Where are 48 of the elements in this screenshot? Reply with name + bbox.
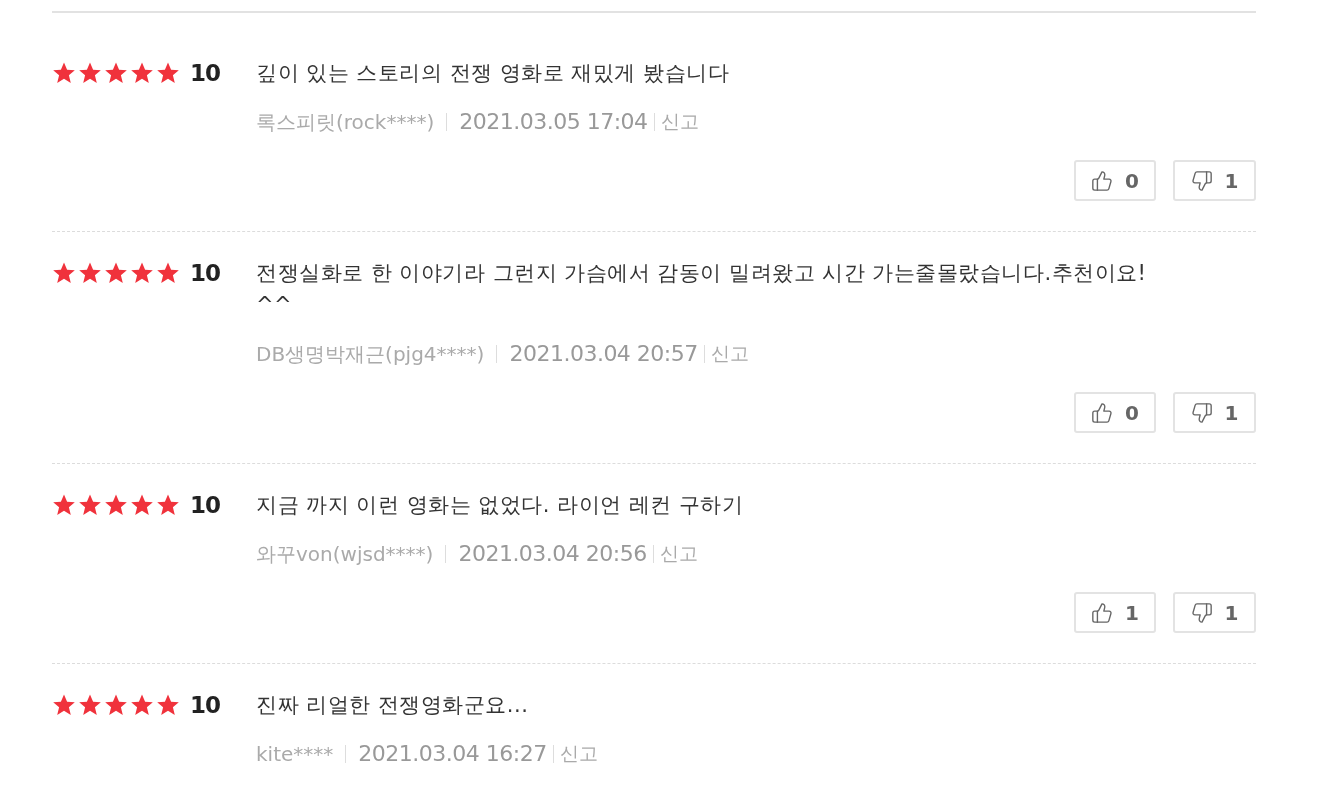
star-icon xyxy=(104,493,128,517)
star-icon xyxy=(78,261,102,285)
star-icon xyxy=(130,61,154,85)
star-icon xyxy=(156,693,180,717)
star-icon xyxy=(78,693,102,717)
rating-score: 10 xyxy=(190,690,220,720)
rating-score: 10 xyxy=(190,58,220,88)
dislike-button[interactable]: 1 xyxy=(1173,592,1256,633)
thumbs-up-icon xyxy=(1091,601,1114,624)
like-button[interactable]: 0 xyxy=(1074,160,1156,201)
like-button[interactable]: 0 xyxy=(1074,392,1156,433)
star-icon xyxy=(104,261,128,285)
star-icon xyxy=(130,261,154,285)
star-icon xyxy=(104,61,128,85)
thumbs-down-icon xyxy=(1190,601,1213,624)
star-icon xyxy=(156,493,180,517)
star-icon xyxy=(156,261,180,285)
star-icon xyxy=(52,493,76,517)
review-date: 2021.03.04 20:56 xyxy=(458,540,647,568)
author-name: DB생명박재근(pjg4****) xyxy=(256,340,485,368)
star-icon xyxy=(130,693,154,717)
rating-score: 10 xyxy=(190,490,220,520)
star-icon xyxy=(52,693,76,717)
thumbs-down-icon xyxy=(1190,169,1213,192)
review-text: 지금 까지 이런 영화는 없었다. 라이언 레컨 구하기 xyxy=(256,492,745,519)
star-icon xyxy=(52,61,76,85)
thumbs-down-icon xyxy=(1190,401,1213,424)
like-button[interactable]: 1 xyxy=(1074,592,1156,633)
author-name: 와꾸von(wjsd****) xyxy=(256,540,434,568)
author-name: kite**** xyxy=(256,740,334,768)
rating-score: 10 xyxy=(190,258,220,288)
review-text: 전쟁실화로 한 이야기라 그런지 가슴에서 감동이 밀려왔고 시간 가는줄몰랐습니다.추천이요! ^^ xyxy=(256,260,1148,319)
star-icon xyxy=(104,693,128,717)
thumbs-up-icon xyxy=(1091,169,1114,192)
star-icon xyxy=(78,493,102,517)
dislike-button[interactable]: 1 xyxy=(1173,160,1256,201)
review-text: 진짜 리얼한 전쟁영화군요... xyxy=(256,692,530,719)
review-date: 2021.03.04 20:57 xyxy=(509,340,698,368)
star-icon xyxy=(156,61,180,85)
dislike-button[interactable]: 1 xyxy=(1173,392,1256,433)
review-text: 깊이 있는 스토리의 전쟁 영화로 재밌게 봤습니다 xyxy=(256,60,731,87)
review-date: 2021.03.05 17:04 xyxy=(459,108,648,136)
thumbs-up-icon xyxy=(1091,401,1114,424)
star-icon xyxy=(78,61,102,85)
review-date: 2021.03.04 16:27 xyxy=(358,740,547,768)
author-name: 록스피릿(rock****) xyxy=(256,108,435,136)
star-icon xyxy=(52,261,76,285)
star-icon xyxy=(130,493,154,517)
